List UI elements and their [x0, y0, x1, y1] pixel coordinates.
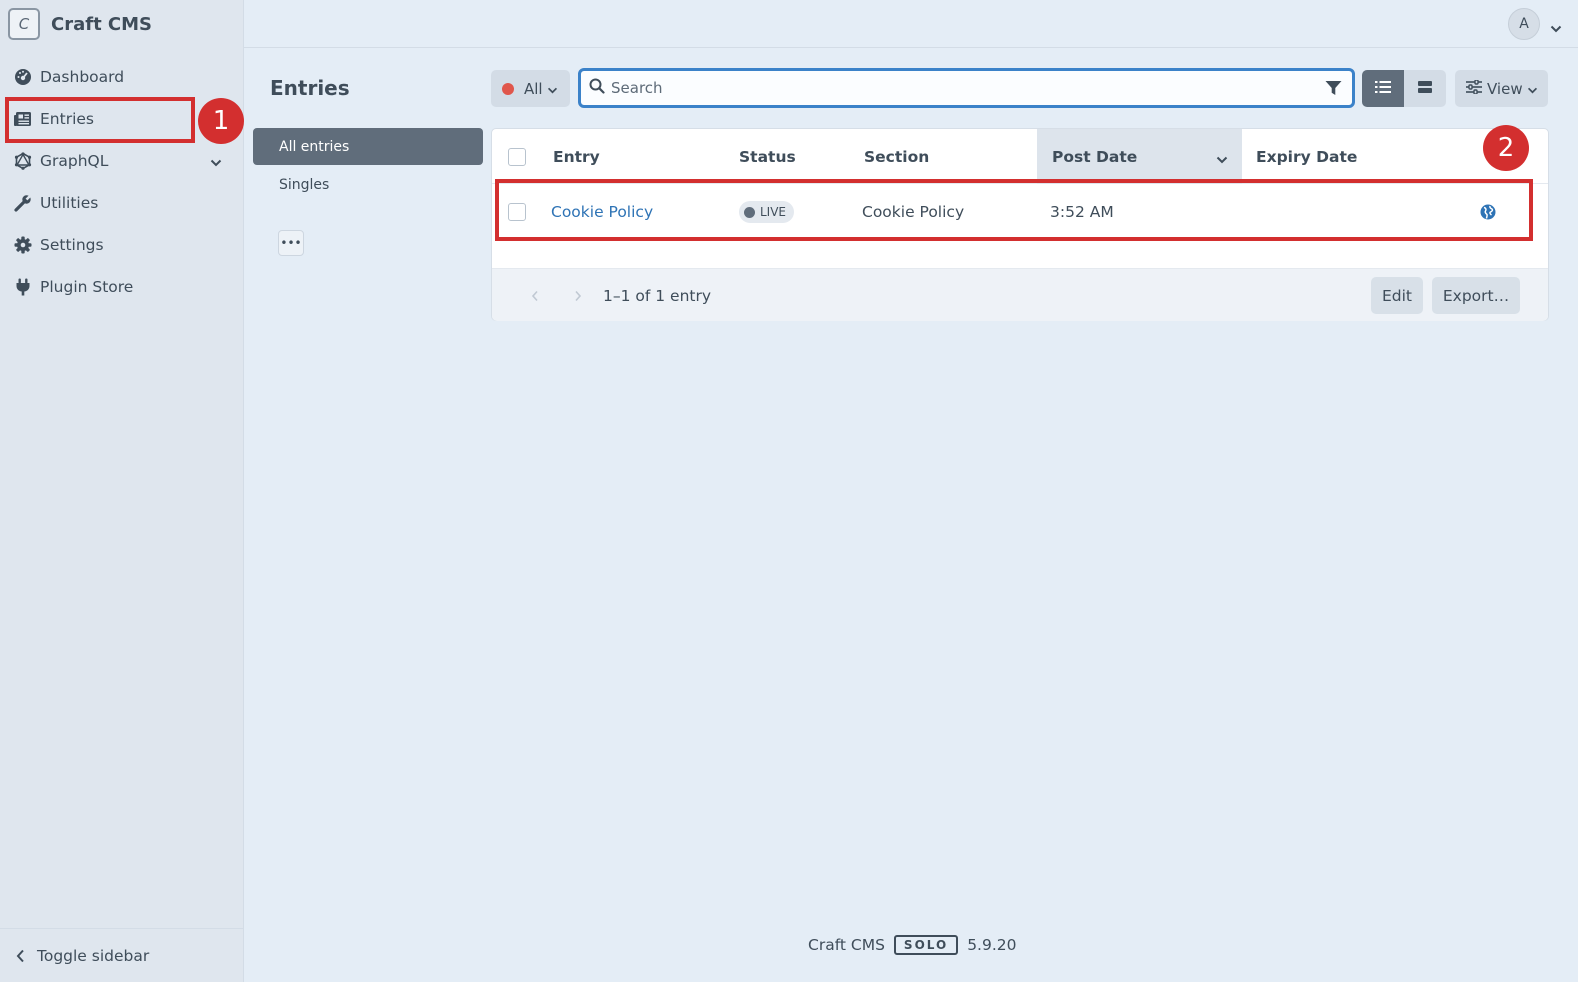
step-marker-1: 1 [198, 98, 244, 144]
chevron-down-icon [1527, 80, 1538, 98]
table-footer: 1–1 of 1 entry Edit Export… [492, 268, 1548, 321]
column-header-status[interactable]: Status [739, 129, 796, 184]
view-menu-label: View [1487, 79, 1523, 98]
header-bar [244, 0, 1578, 48]
select-all-checkbox[interactable] [508, 148, 526, 166]
craft-logo: C [8, 8, 40, 40]
sidebar-item-dashboard[interactable]: Dashboard [0, 56, 244, 98]
chevron-down-icon[interactable] [1550, 18, 1562, 37]
column-header-entry[interactable]: Entry [553, 129, 600, 184]
graphql-icon [14, 152, 32, 170]
edition-badge: SOLO [893, 935, 959, 955]
step-marker-2: 2 [1483, 125, 1529, 171]
chevron-down-icon [547, 80, 558, 98]
highlight-box-entries [5, 97, 195, 143]
gear-icon [14, 236, 32, 254]
page-title: Entries [270, 76, 350, 100]
source-all-entries[interactable]: All entries [253, 128, 483, 165]
table-header: Entry Status Section Post Date Expiry Da… [492, 129, 1548, 184]
column-header-post-date[interactable]: Post Date [1037, 129, 1242, 184]
search-icon [589, 78, 605, 98]
status-dot [502, 82, 514, 95]
plug-icon [14, 278, 32, 296]
toggle-sidebar-button[interactable]: Toggle sidebar [0, 928, 244, 982]
list-view-button[interactable] [1362, 70, 1404, 107]
column-header-section[interactable]: Section [864, 129, 929, 184]
filter-icon[interactable] [1325, 80, 1342, 100]
next-page-button[interactable] [574, 269, 582, 322]
chevron-left-icon [16, 949, 25, 963]
dashboard-icon [14, 68, 32, 86]
sidebar-item-label: GraphQL [40, 152, 109, 170]
sidebar-item-utilities[interactable]: Utilities [0, 182, 244, 224]
sidebar-item-settings[interactable]: Settings [0, 224, 244, 266]
primary-nav: Dashboard Entries GraphQL Utilities Sett… [0, 56, 244, 308]
sidebar-item-label: Plugin Store [40, 278, 134, 296]
view-menu-button[interactable]: View [1455, 70, 1548, 107]
search-input[interactable] [611, 79, 1311, 97]
search-box[interactable] [578, 68, 1355, 108]
chevron-down-icon[interactable] [210, 153, 222, 171]
list-icon [1375, 79, 1391, 98]
footer-product: Craft CMS [808, 936, 885, 954]
site-name[interactable]: Craft CMS [51, 14, 152, 35]
avatar[interactable]: A [1508, 8, 1540, 40]
prev-page-button[interactable] [531, 269, 539, 322]
wrench-icon [14, 194, 32, 212]
pagination-count: 1–1 of 1 entry [603, 286, 712, 305]
sort-chevron-icon [1216, 150, 1228, 168]
more-sources-button[interactable]: ••• [278, 230, 304, 256]
sidebar-item-graphql[interactable]: GraphQL [0, 140, 244, 182]
brand[interactable]: C Craft CMS [0, 0, 244, 48]
toggle-sidebar-label: Toggle sidebar [37, 946, 150, 965]
highlight-box-row [495, 179, 1533, 241]
sidebar-item-label: Utilities [40, 194, 99, 212]
source-singles[interactable]: Singles [253, 166, 483, 203]
app-footer: Craft CMS SOLO 5.9.20 [808, 935, 1017, 955]
column-header-expiry-date[interactable]: Expiry Date [1256, 129, 1357, 184]
sidebar-item-plugin-store[interactable]: Plugin Store [0, 266, 244, 308]
structure-icon [1418, 79, 1432, 98]
export-button[interactable]: Export… [1432, 277, 1520, 314]
sidebar-item-label: Dashboard [40, 68, 125, 86]
structure-view-button[interactable] [1404, 70, 1446, 107]
footer-version: 5.9.20 [967, 936, 1017, 954]
status-filter-label: All [524, 79, 543, 98]
edit-button[interactable]: Edit [1371, 277, 1423, 314]
sliders-icon [1466, 78, 1482, 98]
column-header-label: Post Date [1052, 147, 1138, 166]
sidebar: C Craft CMS Dashboard Entries GraphQL Ut… [0, 0, 244, 982]
status-filter-button[interactable]: All [491, 70, 570, 107]
sidebar-item-label: Settings [40, 236, 104, 254]
